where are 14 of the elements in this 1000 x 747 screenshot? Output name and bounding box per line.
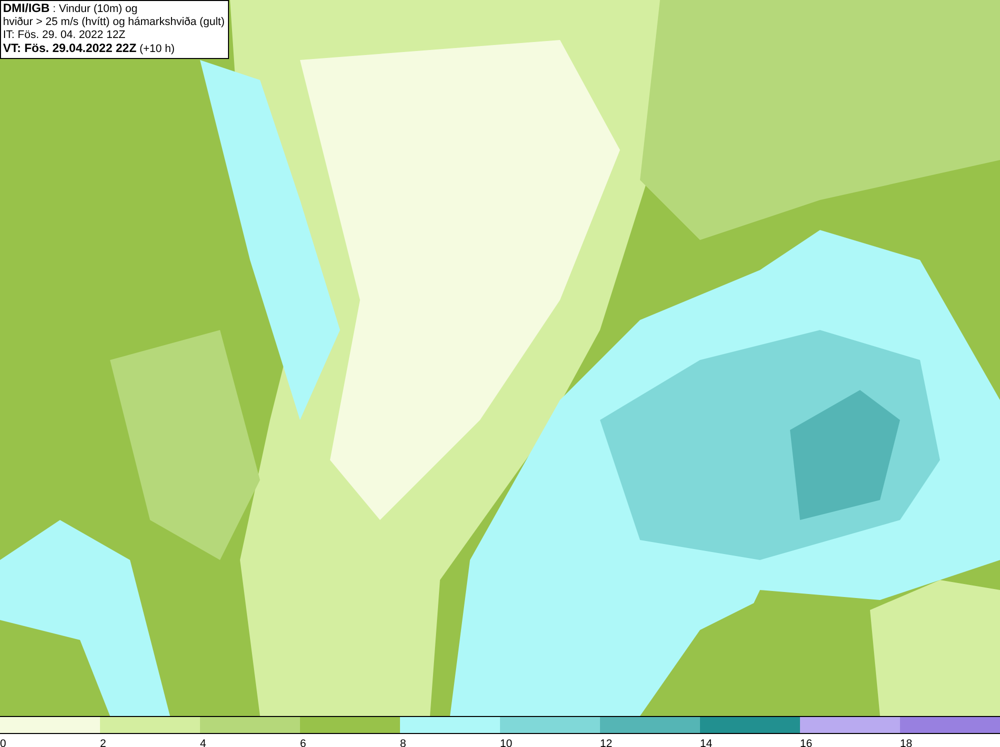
legend-label: 8 <box>400 738 406 747</box>
legend-label: 18 <box>900 738 912 747</box>
legend-label: 6 <box>300 738 306 747</box>
legend-label: 16 <box>800 738 812 747</box>
header-text: DMI/IGB : Vindur (10m) og <box>3 2 139 16</box>
header-text: VT: Fös. 29.04.2022 22Z (+10 h) <box>3 42 176 56</box>
legend-label: 2 <box>100 738 106 747</box>
header-text: hviður > 25 m/s (hvítt) og hámarkshviða (gult) <box>3 16 225 29</box>
legend-label: 10 <box>500 738 512 747</box>
legend-label: 14 <box>700 738 712 747</box>
legend-label: 4 <box>200 738 206 747</box>
legend-label: 0 <box>0 738 6 747</box>
header-text: IT: Fös. 29. 04. 2022 12Z <box>3 29 126 42</box>
legend-label: 12 <box>600 738 612 747</box>
